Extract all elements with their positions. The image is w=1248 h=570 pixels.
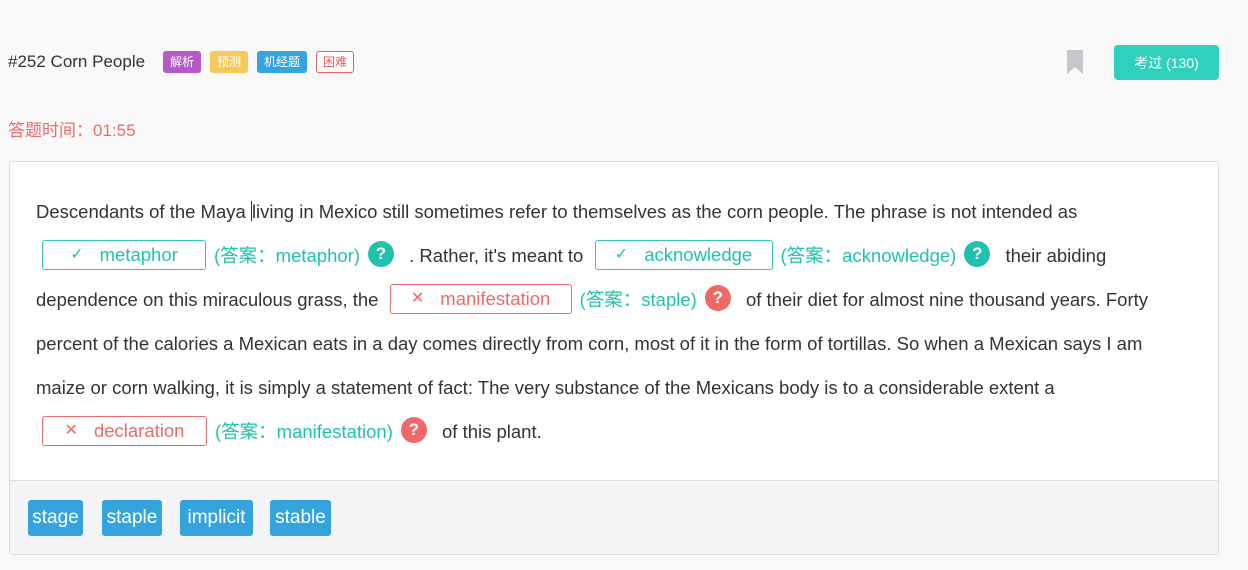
timer-value: 01:55 <box>93 121 136 140</box>
blank-4[interactable]: ✕ declaration <box>42 416 207 447</box>
option-chip[interactable]: stage <box>28 500 83 536</box>
blank-3[interactable]: ✕ manifestation <box>389 284 572 315</box>
passage-segment: of this plant. <box>442 421 542 442</box>
blank-answer: (答案：acknowledge) <box>780 245 957 266</box>
passage-segment: . Rather, it's meant to <box>409 245 584 266</box>
blank-value: acknowledge <box>644 244 753 266</box>
cross-icon: ✕ <box>64 422 78 440</box>
tag-prediction[interactable]: 预测 <box>210 51 249 73</box>
bookmark-icon[interactable] <box>1067 50 1083 74</box>
option-chip[interactable]: stable <box>270 500 331 536</box>
blank-value: metaphor <box>99 244 178 266</box>
option-bank: stage staple implicit stable <box>10 480 1218 554</box>
tag-analysis[interactable]: 解析 <box>163 51 202 73</box>
question-title: #252 Corn People <box>8 52 146 71</box>
help-icon[interactable]: ? <box>964 241 991 268</box>
blank-value: declaration <box>93 420 185 442</box>
blank-value: manifestation <box>440 288 551 310</box>
pass-count-button[interactable]: 考过 (130) <box>1114 45 1219 80</box>
check-icon: ✓ <box>614 246 629 264</box>
option-chip[interactable]: staple <box>102 500 162 536</box>
tag-difficulty[interactable]: 困难 <box>316 51 355 73</box>
help-icon[interactable]: ? <box>400 417 427 444</box>
passage-segment: living in Mexico still sometimes refer t… <box>251 201 1078 222</box>
answer-timer: 答题时间：01:55 <box>8 116 136 141</box>
blank-answer: (答案：manifestation) <box>215 421 393 442</box>
timer-label: 答题时间： <box>8 121 93 140</box>
cross-icon: ✕ <box>410 290 425 308</box>
option-chip[interactable]: implicit <box>180 500 253 536</box>
help-icon[interactable]: ? <box>367 241 394 268</box>
help-icon[interactable]: ? <box>704 285 731 312</box>
tag-list: 解析 预测 机经题 困难 <box>163 51 355 73</box>
blank-answer: (答案：metaphor) <box>214 245 360 266</box>
question-header: #252 Corn People 解析 预测 机经题 困难 考过 (130) <box>8 44 1220 84</box>
passage-text: Descendants of the Maya living in Mexico… <box>36 190 1196 454</box>
text-caret <box>250 201 252 222</box>
blank-1[interactable]: ✓ metaphor <box>42 240 206 271</box>
tag-machine-exam[interactable]: 机经题 <box>257 51 308 73</box>
blank-2[interactable]: ✓ acknowledge <box>594 240 773 271</box>
passage-segment: Descendants of the Maya <box>36 201 251 222</box>
blank-answer: (答案：staple) <box>579 289 697 310</box>
check-icon: ✓ <box>70 246 84 264</box>
question-panel: Descendants of the Maya living in Mexico… <box>9 161 1219 555</box>
